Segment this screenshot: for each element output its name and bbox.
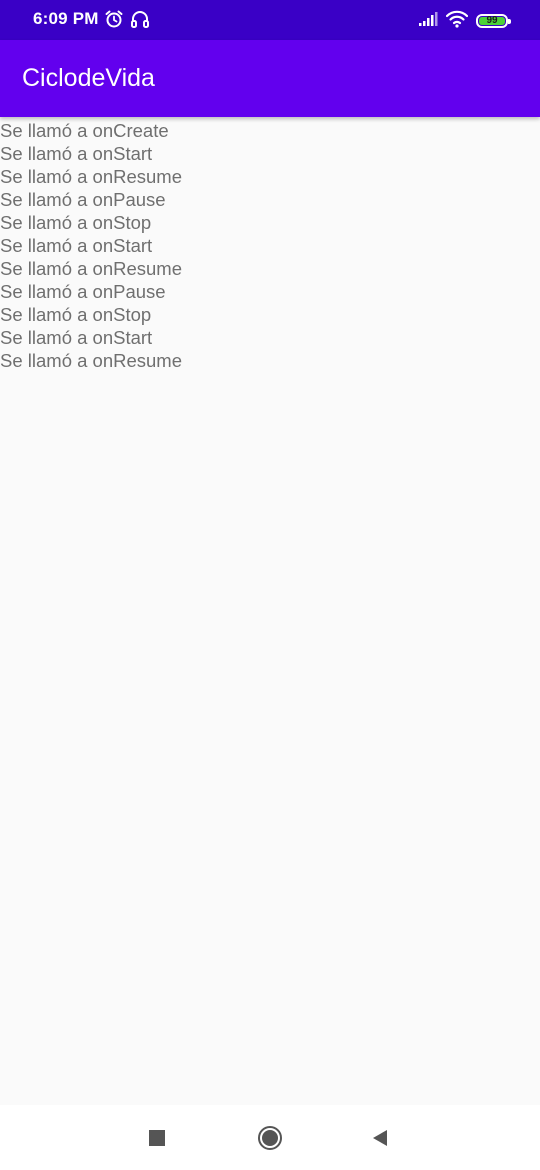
alarm-icon — [104, 9, 124, 34]
back-button[interactable] — [365, 1125, 395, 1155]
app-bar: CiclodeVida — [0, 40, 540, 117]
log-entry: Se llamó a onStart — [0, 235, 153, 256]
log-entry: Se llamó a onPause — [0, 189, 166, 210]
log-entry: Se llamó a onResume — [0, 258, 183, 279]
wifi-icon — [445, 10, 469, 33]
log-entry: Se llamó a onResume — [0, 350, 183, 371]
log-entry: Se llamó a onPause — [0, 281, 166, 302]
status-system-icons: 99 — [418, 10, 511, 33]
battery-level: 99 — [486, 15, 498, 26]
signal-icon — [418, 11, 438, 32]
status-bar: 6:09 PM 99 — [0, 0, 540, 40]
headset-icon — [130, 9, 150, 34]
recents-icon — [148, 1129, 166, 1152]
log-entry: Se llamó a onCreate — [0, 120, 169, 141]
home-button[interactable] — [255, 1125, 285, 1155]
log-entry: Se llamó a onStop — [0, 304, 152, 325]
home-icon — [257, 1125, 283, 1156]
back-icon — [370, 1128, 390, 1153]
recents-button[interactable] — [142, 1125, 172, 1155]
lifecycle-log: Se llamó a onCreate Se llamó a onStart Se … — [0, 119, 182, 372]
battery-icon: 99 — [476, 14, 511, 28]
log-entry: Se llamó a onStart — [0, 327, 153, 348]
log-entry: Se llamó a onStop — [0, 212, 152, 233]
battery-tip — [508, 19, 511, 24]
status-notification-icons — [104, 10, 150, 32]
log-entry: Se llamó a onStart — [0, 143, 153, 164]
log-entry: Se llamó a onResume — [0, 166, 183, 187]
app-title: CiclodeVida — [22, 64, 155, 92]
status-time: 6:09 PM — [33, 9, 99, 28]
navigation-bar — [0, 1105, 540, 1170]
